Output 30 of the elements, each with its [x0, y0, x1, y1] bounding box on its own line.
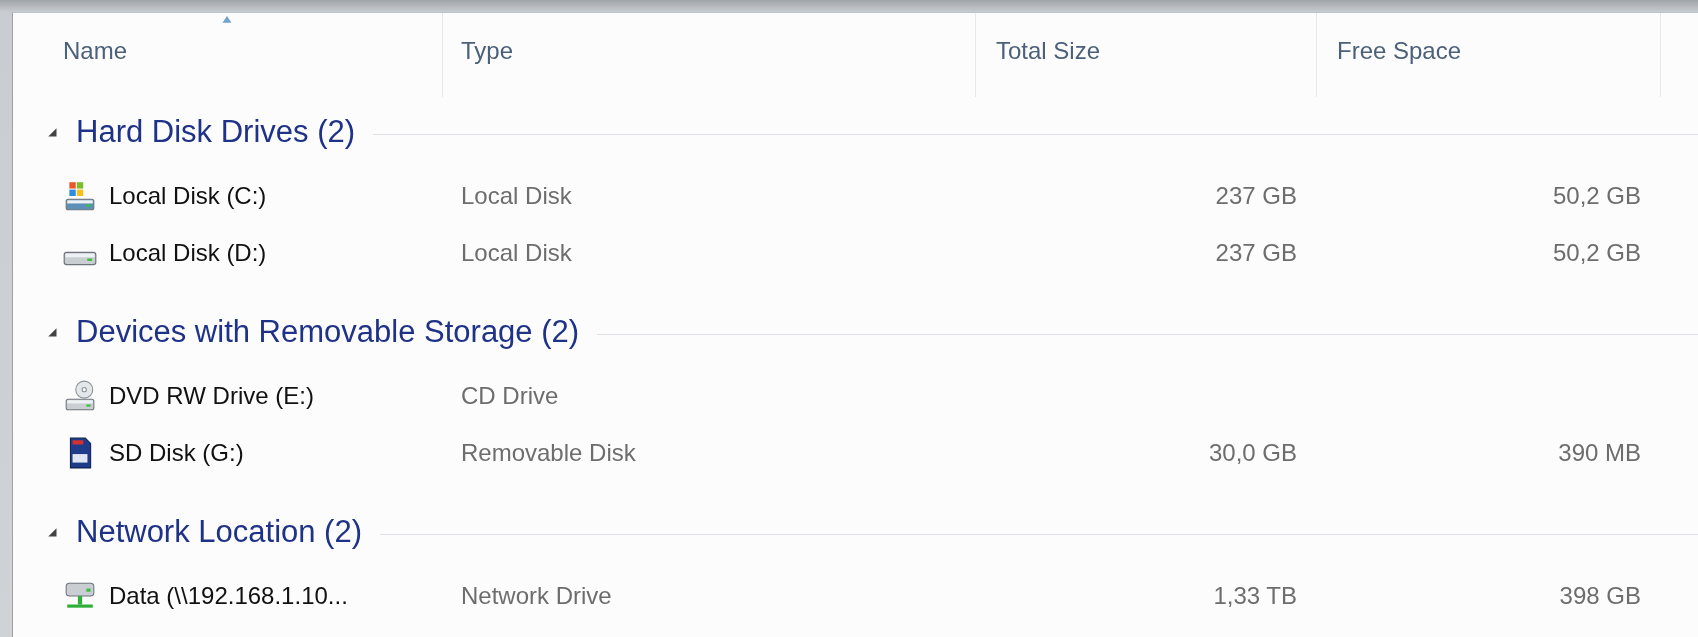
drive-name[interactable]: DVD RW Drive (E:) — [109, 381, 314, 410]
hard-drive-icon — [63, 251, 97, 266]
collapse-triangle-icon[interactable] — [46, 326, 58, 338]
table-cell: 50,2 GB — [1552, 238, 1641, 267]
drive-name[interactable]: Local Disk (C:) — [109, 181, 267, 210]
table-cell: Removable Disk — [461, 438, 636, 467]
table-cell: 390 MB — [1558, 438, 1641, 467]
drive-name[interactable]: Local Disk (D:) — [109, 238, 267, 267]
table-cell: Local Disk — [461, 238, 572, 267]
table-cell: 50,2 GB — [1552, 181, 1641, 210]
group-header[interactable]: Hard Disk Drives (2) — [76, 114, 356, 150]
table-cell: 1,33 TB — [1213, 581, 1297, 610]
table-cell: Network Drive — [461, 581, 612, 610]
table-cell: 237 GB — [1215, 181, 1297, 210]
table-cell: CD Drive — [461, 381, 559, 410]
collapse-triangle-icon[interactable] — [46, 526, 58, 538]
table-cell: Local Disk — [461, 181, 572, 210]
column-header[interactable]: Total Size — [976, 13, 1317, 97]
drive-name[interactable]: SD Disk (G:) — [109, 438, 244, 467]
collapse-triangle-icon[interactable] — [46, 126, 58, 138]
drive-name[interactable]: Data (\\192.168.1.10... — [109, 581, 348, 610]
column-header[interactable]: Free Space — [1317, 13, 1661, 97]
table-cell: 30,0 GB — [1208, 438, 1297, 467]
column-header[interactable]: Name — [13, 13, 443, 97]
group-header[interactable]: Devices with Removable Storage (2) — [76, 314, 580, 350]
table-cell: 398 GB — [1559, 581, 1641, 610]
optical-drive-icon — [63, 378, 97, 413]
table-cell: 237 GB — [1215, 238, 1297, 267]
column-header[interactable]: Type — [443, 13, 976, 97]
group-header[interactable]: Network Location (2) — [76, 514, 362, 550]
